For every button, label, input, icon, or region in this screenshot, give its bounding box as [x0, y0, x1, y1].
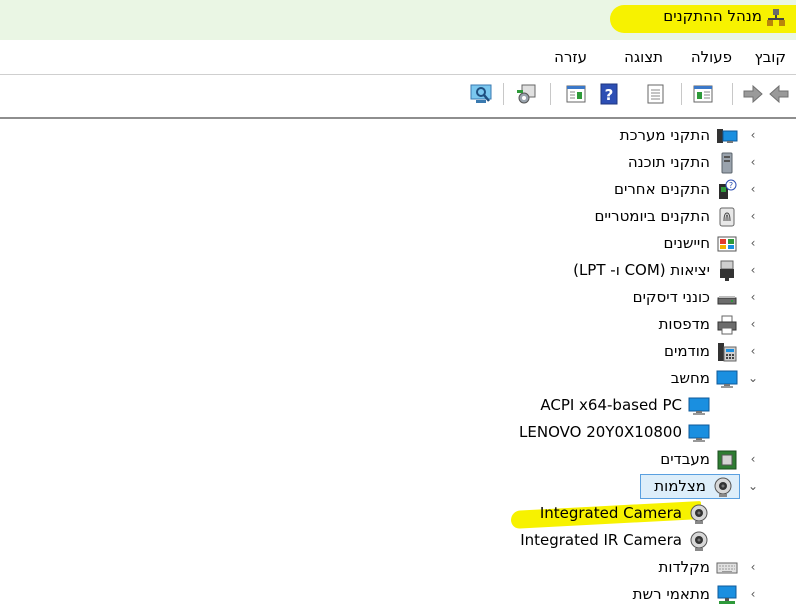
window-title: מנהל ההתקנים [663, 7, 762, 25]
webcam-icon [714, 477, 732, 497]
device-manager-icon [767, 9, 785, 26]
tree-item-label: כונני דיסקים [632, 288, 710, 306]
chevron-right-icon[interactable]: ‹ [746, 343, 760, 359]
modem-icon [718, 343, 737, 362]
tree-item-label: Integrated IR Camera [520, 531, 682, 549]
chevron-right-icon[interactable]: ‹ [746, 289, 760, 305]
monitor-icon [716, 370, 738, 388]
sensor-icon [717, 236, 737, 252]
tree-item-system-devices[interactable]: ‹ התקני מערכת [0, 122, 796, 149]
show-hide-tree-icon[interactable] [690, 81, 716, 107]
tree-item-label: יציאות (COM ו- LPT) [573, 261, 710, 279]
processor-icon [717, 450, 737, 470]
help-icon[interactable]: ? [596, 81, 622, 107]
tree-item-modems[interactable]: ‹ מודמים [0, 338, 796, 365]
menu-file[interactable]: קובץ [755, 48, 787, 66]
chevron-right-icon[interactable]: ‹ [746, 559, 760, 575]
tree-item-label: חיישנים [663, 234, 710, 252]
tree-item-label: מחשב [670, 369, 710, 387]
webcam-icon [690, 531, 708, 551]
menu-bar: קובץ פעולה תצוגה עזרה [0, 40, 796, 74]
tree-item-label: LENOVO 20Y0X10800 [519, 423, 682, 441]
tree-item-software-devices[interactable]: ‹ התקני תוכנה [0, 149, 796, 176]
toolbar-separator [681, 83, 682, 105]
tree-item-label: מעבדים [660, 450, 710, 468]
chevron-right-icon[interactable]: ‹ [746, 181, 760, 197]
chevron-right-icon[interactable]: ‹ [746, 586, 760, 602]
tree-item-printers[interactable]: ‹ מדפסות [0, 311, 796, 338]
tree-item-label: מודמים [664, 342, 710, 360]
chevron-right-icon[interactable]: ‹ [746, 262, 760, 278]
port-connector-icon [720, 260, 734, 281]
toolbar-separator [732, 83, 733, 105]
tree-item-cameras[interactable]: ⌄ מצלמות [0, 473, 796, 500]
device-tree: ‹ התקני מערכת ‹ התקני תוכנה ‹ ? התקנים א… [0, 120, 796, 609]
chevron-right-icon[interactable]: ‹ [746, 127, 760, 143]
toolbar-separator [503, 83, 504, 105]
unknown-device-icon: ? [719, 179, 737, 199]
tree-item-ports[interactable]: ‹ יציאות (COM ו- LPT) [0, 257, 796, 284]
system-devices-icon [717, 129, 738, 143]
tree-item-label: התקני תוכנה [627, 153, 710, 171]
monitor-icon [688, 397, 710, 415]
keyboard-icon [716, 562, 738, 574]
tree-item-biometric-devices[interactable]: ‹ התקנים ביומטריים [0, 203, 796, 230]
tree-item-integrated-ir-camera[interactable]: Integrated IR Camera [0, 527, 796, 554]
scan-hardware-icon[interactable] [468, 81, 494, 107]
svg-text:?: ? [729, 181, 733, 190]
menu-help[interactable]: עזרה [554, 48, 587, 66]
properties-icon[interactable] [642, 81, 668, 107]
tree-item-label: התקנים אחרים [614, 180, 710, 198]
tree-item-keyboards[interactable]: ‹ מקלדות [0, 554, 796, 581]
tree-item-processors[interactable]: ‹ מעבדים [0, 446, 796, 473]
toolbar: ? [0, 74, 796, 110]
title-bar: מנהל ההתקנים [0, 0, 796, 40]
tree-top-divider [0, 117, 796, 119]
chevron-right-icon[interactable]: ‹ [746, 451, 760, 467]
tree-item-other-devices[interactable]: ‹ ? התקנים אחרים [0, 176, 796, 203]
tree-item-acpi-pc[interactable]: ACPI x64-based PC [0, 392, 796, 419]
chevron-right-icon[interactable]: ‹ [746, 154, 760, 170]
fingerprint-icon [719, 207, 735, 227]
software-device-icon [721, 152, 733, 174]
tree-item-computer[interactable]: ⌄ מחשב [0, 365, 796, 392]
tree-item-label: Integrated Camera [539, 504, 682, 522]
svg-text:?: ? [605, 86, 614, 104]
tree-item-label: מדפסות [658, 315, 710, 333]
chevron-right-icon[interactable]: ‹ [746, 235, 760, 251]
printer-icon [717, 315, 737, 335]
forward-arrow-icon[interactable] [740, 81, 766, 107]
chevron-down-icon[interactable]: ⌄ [746, 478, 760, 494]
menu-view[interactable]: תצוגה [624, 48, 663, 66]
update-driver-icon[interactable] [563, 81, 589, 107]
toolbar-separator [550, 83, 551, 105]
menu-action[interactable]: פעולה [691, 48, 732, 66]
tree-item-label: התקני מערכת [619, 126, 710, 144]
chevron-down-icon[interactable]: ⌄ [746, 370, 760, 386]
tree-item-label: מתאמי רשת [632, 585, 710, 603]
network-adapter-icon [717, 585, 737, 604]
tree-item-network-adapters[interactable]: ‹ מתאמי רשת [0, 581, 796, 608]
tree-item-sensors[interactable]: ‹ חיישנים [0, 230, 796, 257]
tree-item-integrated-camera[interactable]: Integrated Camera [0, 500, 796, 529]
tree-item-label: מצלמות [654, 477, 706, 495]
disk-drive-icon [717, 296, 737, 305]
chevron-right-icon[interactable]: ‹ [746, 316, 760, 332]
chevron-right-icon[interactable]: ‹ [746, 208, 760, 224]
tree-item-label: התקנים ביומטריים [594, 207, 710, 225]
tree-item-label: מקלדות [658, 558, 711, 576]
uninstall-icon[interactable] [514, 81, 540, 107]
back-arrow-icon[interactable] [766, 81, 792, 107]
tree-item-disk-drives[interactable]: ‹ כונני דיסקים [0, 284, 796, 311]
tree-item-lenovo-pc[interactable]: LENOVO 20Y0X10800 [0, 419, 796, 446]
tree-item-label: ACPI x64-based PC [540, 396, 682, 414]
webcam-icon [690, 504, 708, 524]
monitor-icon [688, 424, 710, 442]
